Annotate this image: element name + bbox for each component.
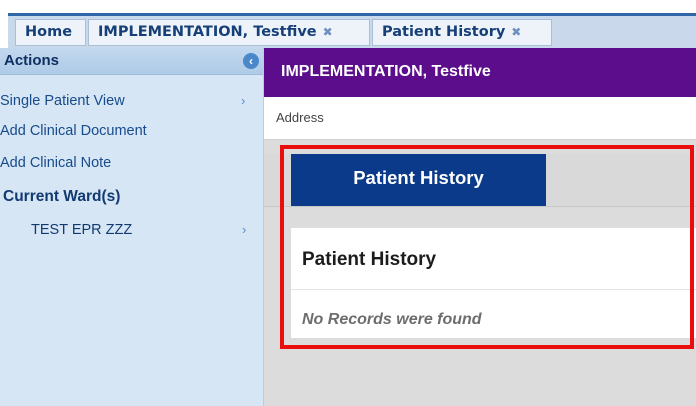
sidebar-title: Actions: [4, 52, 60, 69]
top-tab-bar: Home IMPLEMENTATION, Testfive ✖ Patient H…: [0, 0, 696, 48]
sidebar-item-label: Single Patient View: [0, 93, 125, 109]
sidebar-item-add-clinical-note[interactable]: Add Clinical Note: [0, 151, 263, 175]
address-label: Address: [276, 110, 324, 125]
tab-implementation-label: IMPLEMENTATION, Testfive: [98, 24, 317, 40]
patient-history-panel: Patient History No Records were found: [291, 228, 696, 338]
sidebar-item-label: Add Clinical Document: [0, 123, 147, 139]
tab-home-label: Home: [25, 24, 73, 40]
chevron-right-icon: ›: [242, 222, 247, 237]
tab-patient-history-content[interactable]: Patient History: [291, 154, 546, 206]
chevron-right-icon: ›: [241, 93, 246, 108]
sidebar-item-add-clinical-document[interactable]: Add Clinical Document: [0, 119, 263, 143]
main-content: IMPLEMENTATION, Testfive Address Patient…: [264, 48, 696, 406]
tab-patient-history-label: Patient History: [382, 24, 506, 40]
collapse-left-icon[interactable]: ‹: [243, 53, 259, 69]
patient-name: IMPLEMENTATION, Testfive: [281, 63, 491, 80]
ward-item-label: TEST EPR ZZZ: [31, 222, 133, 238]
close-icon[interactable]: ✖: [323, 25, 333, 39]
ward-item-test-epr-zzz[interactable]: TEST EPR ZZZ ›: [0, 218, 263, 242]
current-wards-heading: Current Ward(s): [3, 188, 121, 205]
sidebar-header: Actions ‹: [0, 48, 263, 75]
content-tab-strip: Patient History: [264, 154, 696, 207]
patient-banner: IMPLEMENTATION, Testfive: [264, 48, 696, 97]
sidebar-item-single-patient-view[interactable]: Single Patient View ›: [0, 89, 263, 113]
sidebar-item-label: Add Clinical Note: [0, 155, 112, 171]
actions-sidebar: Actions ‹ Single Patient View › Add Clin…: [0, 48, 264, 406]
tab-implementation-testfive[interactable]: IMPLEMENTATION, Testfive ✖: [88, 19, 370, 46]
tab-patient-history[interactable]: Patient History ✖: [372, 19, 552, 46]
close-icon[interactable]: ✖: [511, 25, 521, 39]
panel-divider: [291, 289, 696, 290]
address-bar: Address: [264, 97, 696, 140]
empty-records-message: No Records were found: [302, 311, 482, 328]
tab-home[interactable]: Home: [15, 19, 86, 46]
panel-title: Patient History: [302, 249, 437, 270]
